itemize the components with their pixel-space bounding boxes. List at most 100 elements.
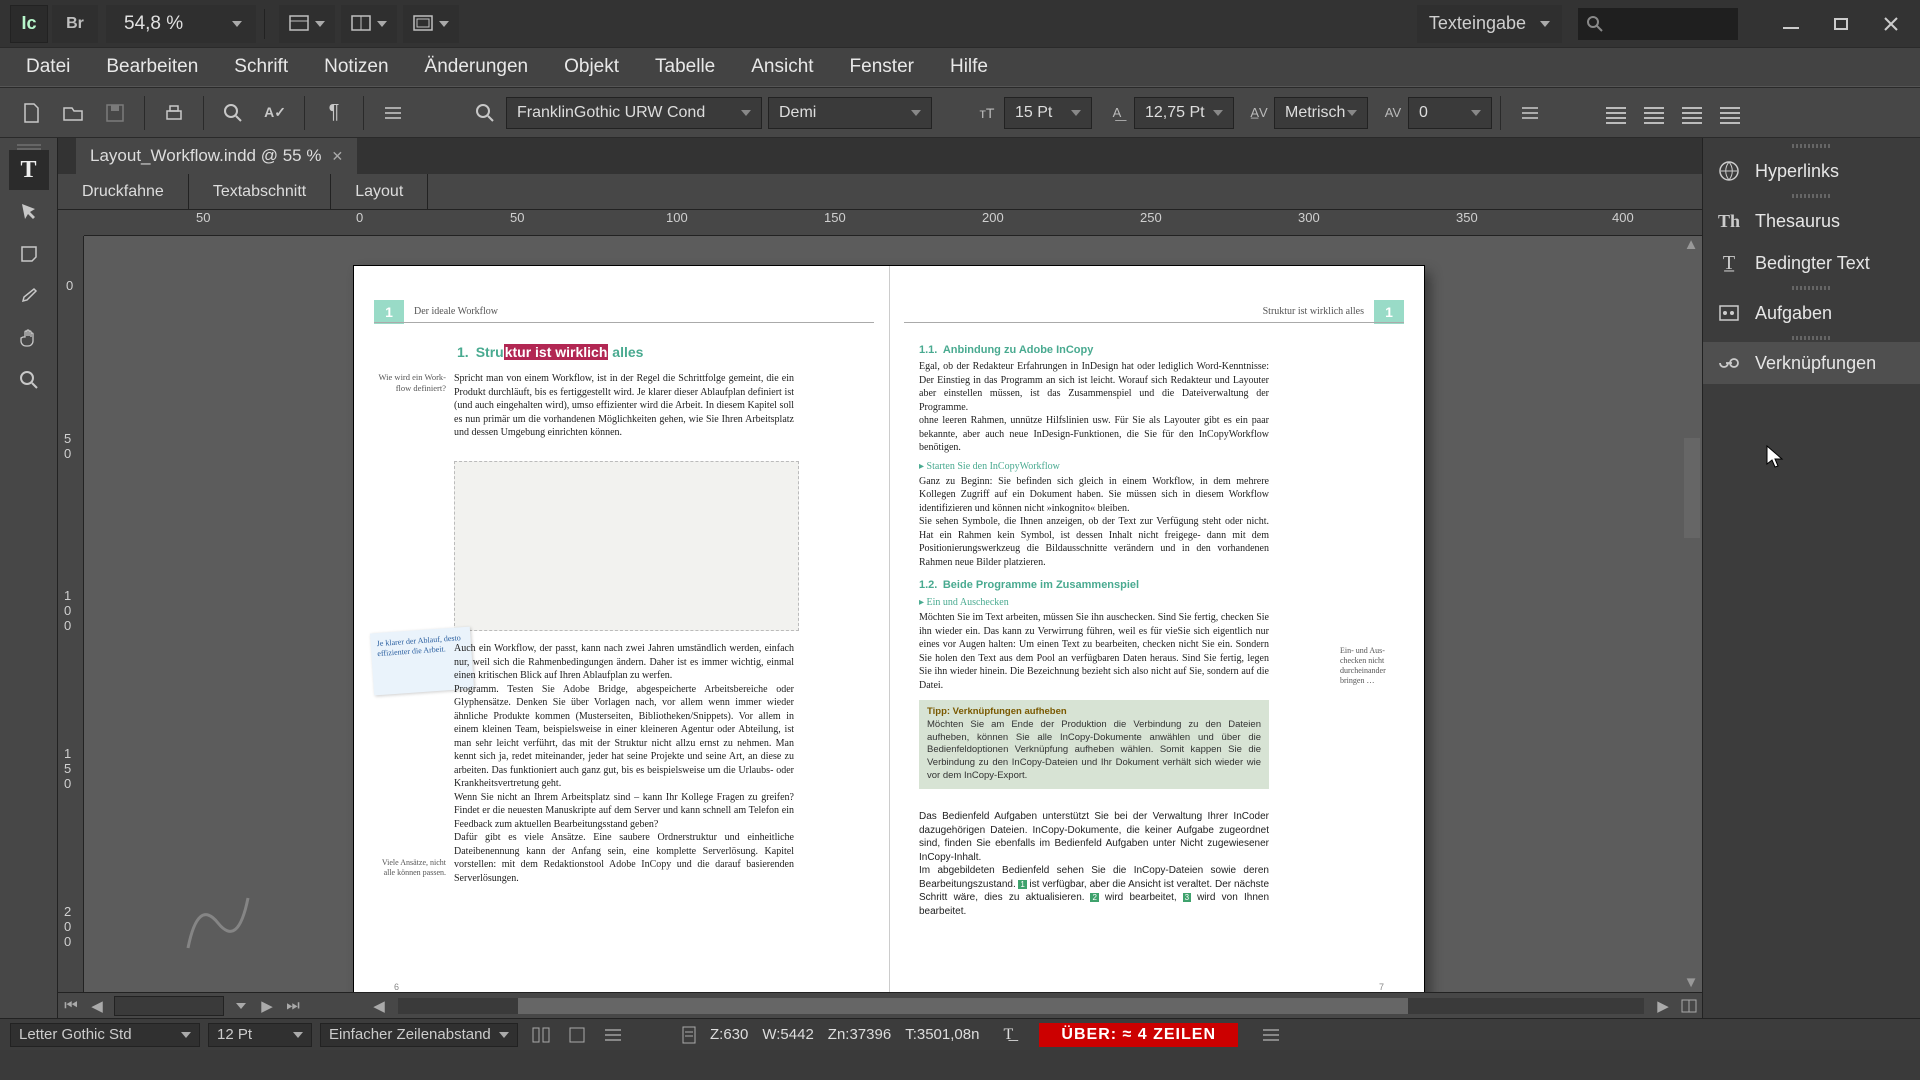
vertical-scrollbar-thumb[interactable] — [1684, 438, 1700, 538]
image-placeholder[interactable] — [454, 461, 799, 631]
status-leading-dropdown[interactable]: Einfacher Zeilenabstand — [320, 1023, 518, 1047]
panel-assignments[interactable]: Aufgaben — [1703, 292, 1920, 334]
save-icon[interactable] — [94, 96, 136, 130]
overset-warning[interactable]: ÜBER: ≈ 4 ZEILEN — [1039, 1023, 1238, 1047]
panel-grip[interactable] — [1703, 284, 1920, 292]
columns-icon[interactable] — [526, 1023, 556, 1047]
page-dropdown-button[interactable] — [228, 995, 254, 1017]
view-options-1[interactable] — [279, 5, 335, 43]
panel-hyperlinks[interactable]: Hyperlinks — [1703, 150, 1920, 192]
menu-hilfe[interactable]: Hilfe — [932, 47, 1006, 87]
stats-icon[interactable] — [674, 1023, 704, 1047]
window-minimize-button[interactable] — [1768, 8, 1814, 40]
panel-conditional-text[interactable]: T̲ Bedingter Text — [1703, 242, 1920, 284]
panel-thesaurus[interactable]: Th Thesaurus — [1703, 200, 1920, 242]
find-icon[interactable] — [212, 96, 254, 130]
first-page-button[interactable]: ⏮ — [58, 995, 84, 1017]
horizontal-ruler[interactable]: 50 0 50 100 150 200 250 300 350 400 — [84, 210, 1702, 236]
chevron-down-icon — [911, 110, 921, 116]
hscroll-right-button[interactable]: ▶ — [1650, 995, 1676, 1017]
open-icon[interactable] — [52, 96, 94, 130]
menu-tabelle[interactable]: Tabelle — [637, 47, 733, 87]
align-center-button[interactable] — [1637, 98, 1671, 128]
right-column[interactable]: 1.1. Anbindung zu Adobe InCopy Egal, ob … — [919, 344, 1269, 918]
status-size-dropdown[interactable]: 12 Pt — [208, 1023, 312, 1047]
menu-fenster[interactable]: Fenster — [832, 47, 932, 87]
search-input[interactable] — [1578, 8, 1738, 40]
next-page-button[interactable]: ▶ — [254, 995, 280, 1017]
view-tab-druckfahne[interactable]: Druckfahne — [58, 174, 189, 209]
hscroll-left-button[interactable]: ◀ — [366, 995, 392, 1017]
menu-datei[interactable]: Datei — [8, 47, 88, 87]
font-size-dropdown[interactable]: 15 Pt — [1004, 97, 1092, 129]
body-text: Möchten Sie im Text arbeiten, müssen Sie… — [919, 611, 1269, 692]
direct-selection-tool[interactable] — [9, 192, 49, 232]
align-justify-button[interactable] — [1713, 98, 1747, 128]
body-text[interactable]: Spricht man von einem Workflow, ist in d… — [454, 372, 794, 440]
align-left-button[interactable] — [1599, 98, 1633, 128]
print-icon[interactable] — [153, 96, 195, 130]
bridge-button[interactable]: Br — [52, 5, 98, 43]
view-tab-textabschnitt[interactable]: Textabschnitt — [189, 174, 331, 209]
para-menu-icon[interactable] — [1509, 96, 1551, 130]
workspace-mode-dropdown[interactable]: Texteingabe — [1417, 5, 1562, 43]
document-tab-title: Layout_Workflow.indd @ 55 % — [90, 146, 321, 166]
zoom-level-dropdown[interactable]: 54,8 % — [106, 5, 256, 43]
text-frame-icon[interactable] — [562, 1023, 592, 1047]
last-page-button[interactable]: ⏭ — [280, 995, 306, 1017]
kerning-dropdown[interactable]: Metrisch — [1274, 97, 1368, 129]
menu-schrift[interactable]: Schrift — [216, 47, 306, 87]
tracking-icon: AV — [1378, 98, 1408, 128]
note-tool[interactable] — [9, 234, 49, 274]
panel-grip[interactable] — [1703, 192, 1920, 200]
panel-label: Bedingter Text — [1755, 253, 1870, 274]
menu-objekt[interactable]: Objekt — [546, 47, 637, 87]
vertical-ruler[interactable]: 0 5 0 1 0 0 1 5 0 2 0 0 — [58, 236, 84, 992]
close-icon[interactable]: ✕ — [331, 148, 343, 165]
split-view-button[interactable] — [1676, 995, 1702, 1017]
zoom-tool[interactable] — [9, 360, 49, 400]
document-tab[interactable]: Layout_Workflow.indd @ 55 % ✕ — [76, 138, 357, 174]
horizontal-scrollbar-thumb[interactable] — [518, 998, 1408, 1014]
view-tab-layout[interactable]: Layout — [331, 174, 428, 209]
new-doc-icon[interactable] — [10, 96, 52, 130]
view-options-3[interactable] — [403, 5, 459, 43]
panel-grip[interactable] — [1703, 142, 1920, 150]
eyedropper-tool[interactable] — [9, 276, 49, 316]
leading-dropdown[interactable]: 12,75 Pt — [1134, 97, 1234, 129]
font-style-dropdown[interactable]: Demi — [768, 97, 932, 129]
spellcheck-icon[interactable]: A✓ — [254, 96, 296, 130]
status-font-dropdown[interactable]: Letter Gothic Std — [10, 1023, 200, 1047]
menu-bearbeiten[interactable]: Bearbeiten — [88, 47, 216, 87]
stat-depth: T:3501,08n — [905, 1026, 979, 1043]
panel-grip[interactable] — [1703, 334, 1920, 342]
window-maximize-button[interactable] — [1818, 8, 1864, 40]
menu-notizen[interactable]: Notizen — [306, 47, 406, 87]
page-number-field[interactable] — [114, 996, 224, 1016]
tracking-dropdown[interactable]: 0 — [1408, 97, 1492, 129]
pilcrow-icon[interactable]: ¶ — [313, 96, 355, 130]
char-format-icon[interactable] — [464, 96, 506, 130]
hand-tool[interactable] — [9, 318, 49, 358]
font-family-dropdown[interactable]: FranklinGothic URW Cond — [506, 97, 762, 129]
align-right-button[interactable] — [1675, 98, 1709, 128]
body-text: Das Bedienfeld Aufgaben unterstützt Sie … — [919, 797, 1269, 919]
document-canvas[interactable]: 1 1 Der ideale Workflow Struktur ist wir… — [84, 236, 1702, 992]
menu-aenderungen[interactable]: Änderungen — [407, 47, 547, 87]
chevron-down-icon — [232, 21, 242, 27]
scroll-up-button[interactable]: ▲ — [1682, 236, 1700, 252]
heading-h1[interactable]: 1. Struktur ist wirklich alles — [457, 344, 643, 362]
copyfit-icon[interactable]: T͟ — [993, 1023, 1023, 1047]
scroll-down-button[interactable]: ▼ — [1682, 974, 1700, 990]
panel-links[interactable]: Verknüpfungen — [1703, 342, 1920, 384]
prev-page-button[interactable]: ◀ — [84, 995, 110, 1017]
view-options-2[interactable] — [341, 5, 397, 43]
panel-menu-icon[interactable] — [372, 96, 414, 130]
status-menu-icon[interactable] — [1256, 1023, 1286, 1047]
tool-palette: T — [0, 138, 58, 1018]
horizontal-scrollbar-track[interactable] — [398, 998, 1644, 1014]
type-tool[interactable]: T — [9, 150, 49, 190]
menu-ansicht[interactable]: Ansicht — [733, 47, 831, 87]
body-text[interactable]: Auch ein Workflow, der passt, kann nach … — [454, 642, 794, 885]
window-close-button[interactable] — [1868, 8, 1914, 40]
